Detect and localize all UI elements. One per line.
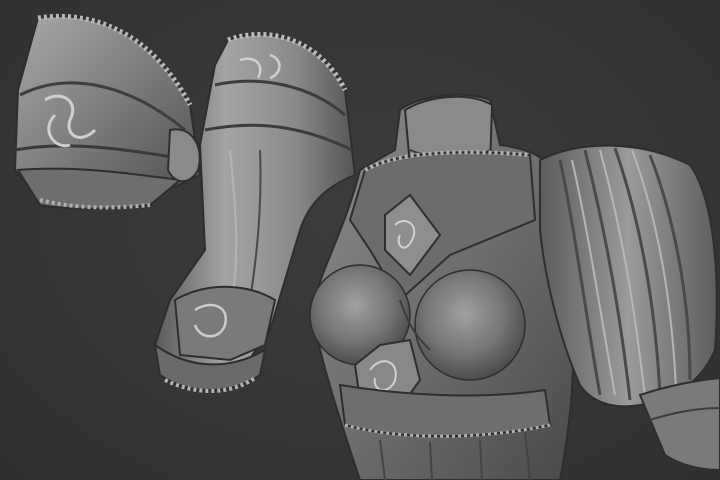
sculpt-render	[13, 13, 720, 480]
sculpt-viewport[interactable]	[0, 0, 720, 480]
pauldron	[13, 13, 202, 210]
